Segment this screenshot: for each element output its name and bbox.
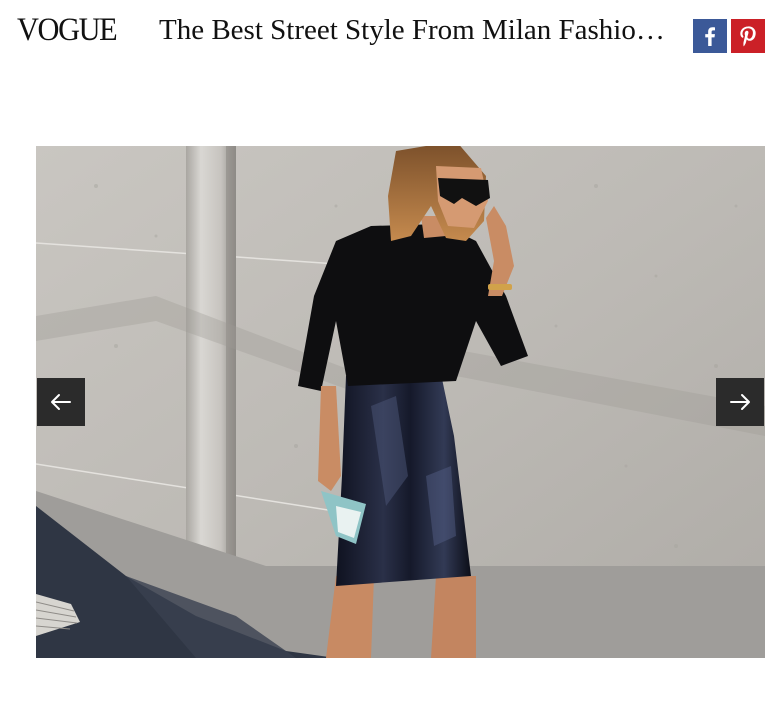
previous-slide-button[interactable]: [37, 378, 85, 426]
site-header: VOGUE The Best Street Style From Milan F…: [0, 0, 784, 66]
arrow-right-icon: [730, 394, 750, 410]
vogue-logo[interactable]: VOGUE: [17, 10, 118, 50]
pinterest-share-button[interactable]: [731, 19, 765, 53]
next-slide-button[interactable]: [716, 378, 764, 426]
gallery-title: The Best Street Style From Milan Fashion…: [159, 14, 679, 46]
street-style-photo: [36, 146, 765, 658]
pinterest-icon: [740, 26, 756, 47]
arrow-left-icon: [51, 394, 71, 410]
facebook-icon: [705, 27, 715, 46]
facebook-share-button[interactable]: [693, 19, 727, 53]
gallery-slideshow[interactable]: [36, 146, 765, 658]
